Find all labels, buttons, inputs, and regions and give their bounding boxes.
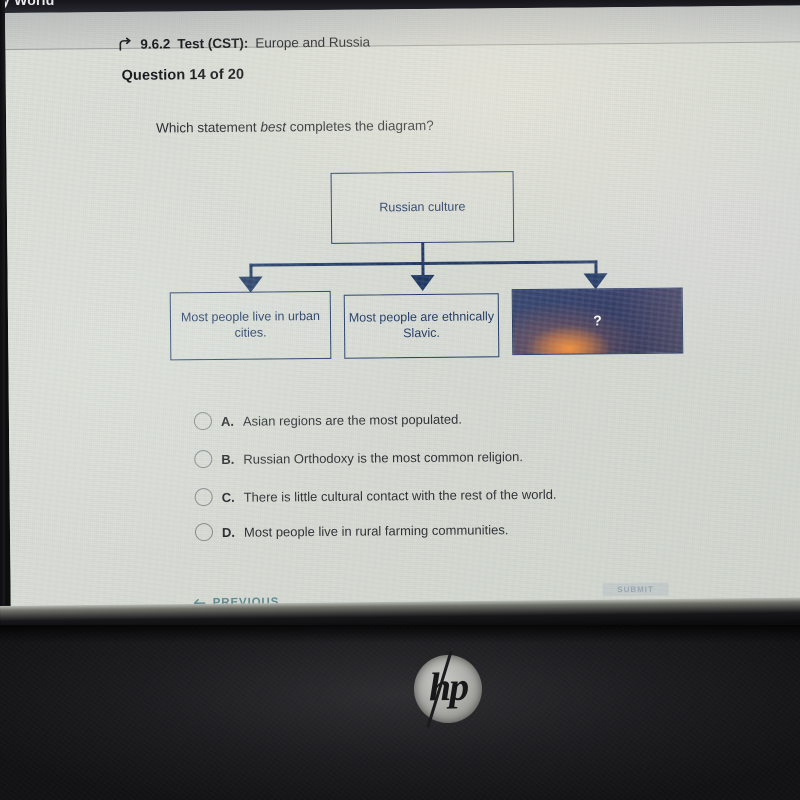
bezel-shadow — [0, 625, 800, 643]
answer-text-a: Asian regions are the most populated. — [242, 411, 462, 429]
answer-letter-d: D. — [221, 524, 236, 540]
answer-text-c: There is little cultural contact with th… — [243, 486, 557, 505]
laptop-photo: y World 9.6.2 Test (CST): Europe and Rus… — [0, 0, 800, 800]
answer-option-d[interactable]: D. Most people live in rural farming com… — [194, 520, 509, 542]
answer-option-a[interactable]: A. Asian regions are the most populated. — [193, 410, 462, 431]
radio-button-b[interactable] — [194, 450, 213, 469]
answer-letter-b: B. — [221, 451, 235, 467]
bezel-left-edge — [0, 0, 5, 618]
radio-button-d[interactable] — [194, 523, 214, 542]
laptop-texture — [0, 625, 800, 800]
answer-letter-a: A. — [220, 413, 234, 429]
radio-button-c[interactable] — [194, 488, 213, 507]
answer-text-b: Russian Orthodoxy is the most common rel… — [243, 448, 523, 467]
answer-options-list: A. Asian regions are the most populated.… — [5, 5, 800, 580]
laptop-lower-body — [0, 625, 800, 800]
answer-text-d: Most people live in rural farming commun… — [243, 521, 509, 540]
answer-letter-c: C. — [221, 489, 235, 505]
answer-option-b[interactable]: B. Russian Orthodoxy is the most common … — [194, 447, 523, 469]
radio-button-a[interactable] — [193, 412, 213, 431]
submit-button[interactable]: SUBMIT — [602, 582, 669, 597]
browser-tab-title: y World — [2, 0, 55, 8]
answer-option-c[interactable]: C. There is little cultural contact with… — [194, 485, 557, 507]
submit-button-label: SUBMIT — [617, 584, 654, 595]
laptop-screen: 9.6.2 Test (CST): Europe and Russia Ques… — [5, 5, 800, 617]
